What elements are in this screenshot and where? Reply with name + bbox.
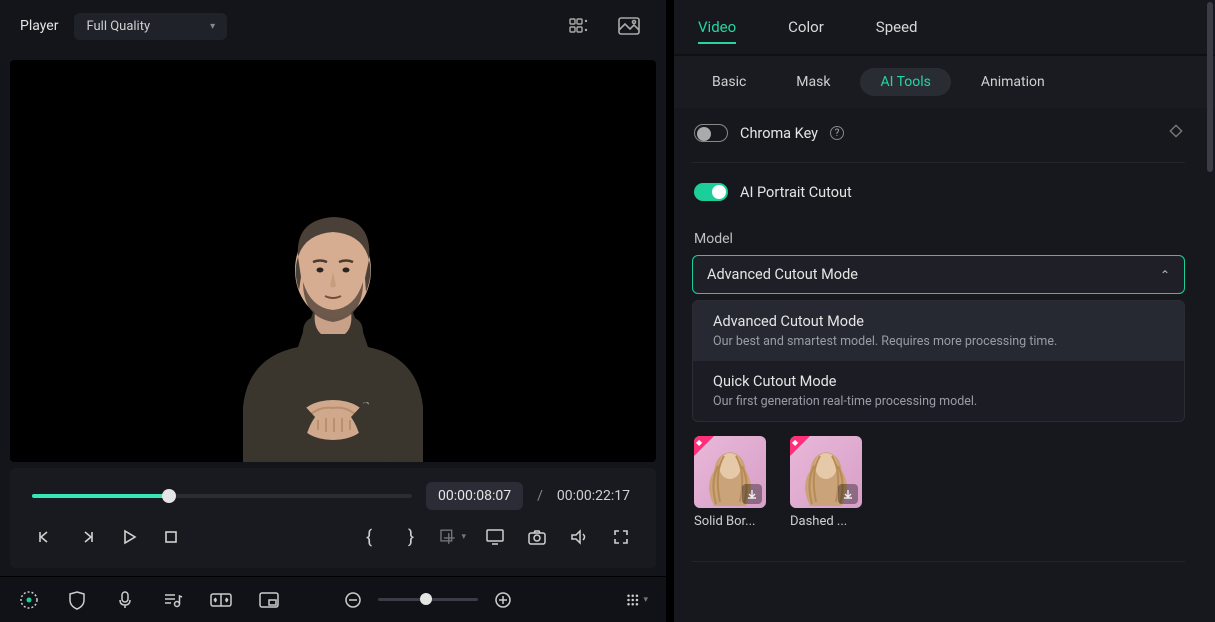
zoom-out-button[interactable] xyxy=(342,589,364,611)
chroma-key-label: Chroma Key xyxy=(740,125,818,142)
microphone-icon[interactable] xyxy=(114,589,136,611)
download-icon xyxy=(838,484,858,504)
time-total: 00:00:22:17 xyxy=(557,488,634,504)
grid-view-icon[interactable] xyxy=(562,12,596,40)
preset-thumb: ◆ xyxy=(694,436,766,508)
stroke-presets: ◆ Solid Bor... ◆ Dashed ... xyxy=(674,422,1203,543)
keyframe-diamond-icon[interactable] xyxy=(1169,124,1183,142)
preset-label: Solid Bor... xyxy=(694,514,768,529)
player-panel: Player Full Quality ▾ xyxy=(0,0,666,622)
next-frame-button[interactable] xyxy=(74,524,100,550)
split-screen-icon[interactable] xyxy=(210,589,232,611)
model-dropdown-menu: Advanced Cutout Mode Our best and smarte… xyxy=(692,300,1185,422)
panel-body: Chroma Key ? AI Portrait Cutout Model Ad… xyxy=(674,108,1215,622)
fullscreen-button[interactable] xyxy=(608,524,634,550)
model-dropdown[interactable]: Advanced Cutout Mode ⌃ xyxy=(692,255,1185,294)
view-options-button[interactable]: ▾ xyxy=(626,589,648,611)
time-current[interactable]: 00:00:08:07 xyxy=(426,482,523,510)
inspector-panel: Video Color Speed Basic Mask AI Tools An… xyxy=(674,0,1215,622)
download-icon xyxy=(742,484,762,504)
ai-portrait-cutout-row: AI Portrait Cutout xyxy=(674,167,1203,217)
model-option-advanced[interactable]: Advanced Cutout Mode Our best and smarte… xyxy=(693,301,1184,361)
seek-bar[interactable] xyxy=(32,487,412,505)
model-option-title: Advanced Cutout Mode xyxy=(713,313,1164,330)
zoom-in-button[interactable] xyxy=(492,589,514,611)
model-section-label: Model xyxy=(674,217,1203,255)
portrait-cutout-subject xyxy=(203,162,463,462)
image-icon[interactable] xyxy=(612,12,646,40)
chroma-key-toggle[interactable] xyxy=(694,124,728,142)
prev-frame-button[interactable] xyxy=(32,524,58,550)
preset-label: Dashed ... xyxy=(790,514,864,529)
timeline-toolbar: ▾ xyxy=(0,576,666,622)
model-option-quick[interactable]: Quick Cutout Mode Our first generation r… xyxy=(693,361,1184,421)
crop-menu-button[interactable]: ▾ xyxy=(440,524,466,550)
subtab-animation[interactable]: Animation xyxy=(961,68,1065,96)
model-selected-value: Advanced Cutout Mode xyxy=(707,266,858,283)
subtab-ai-tools[interactable]: AI Tools xyxy=(860,68,950,96)
subtab-mask[interactable]: Mask xyxy=(776,68,850,96)
sub-tabs: Basic Mask AI Tools Animation xyxy=(674,56,1215,108)
tab-speed[interactable]: Speed xyxy=(876,12,918,42)
video-preview[interactable] xyxy=(10,60,656,462)
tab-video[interactable]: Video xyxy=(698,12,736,44)
preset-solid-border[interactable]: ◆ Solid Bor... xyxy=(694,436,768,529)
volume-button[interactable] xyxy=(566,524,592,550)
mark-in-icon[interactable]: { xyxy=(356,524,382,550)
stop-button[interactable] xyxy=(158,524,184,550)
diamond-icon: ◆ xyxy=(696,438,702,447)
quality-value: Full Quality xyxy=(86,19,150,34)
help-icon[interactable]: ? xyxy=(830,126,844,140)
play-button[interactable] xyxy=(116,524,142,550)
preset-dashed-border[interactable]: ◆ Dashed ... xyxy=(790,436,864,529)
tab-color[interactable]: Color xyxy=(788,12,824,42)
model-option-desc: Our best and smartest model. Requires mo… xyxy=(713,334,1164,349)
top-tabs: Video Color Speed xyxy=(674,0,1215,56)
chevron-up-icon: ⌃ xyxy=(1160,268,1170,282)
diamond-icon: ◆ xyxy=(792,438,798,447)
time-separator: / xyxy=(537,488,543,504)
subtab-basic[interactable]: Basic xyxy=(692,68,766,96)
snapshot-button[interactable] xyxy=(524,524,550,550)
zoom-controls xyxy=(342,589,514,611)
player-label: Player xyxy=(20,18,58,34)
chevron-down-icon: ▾ xyxy=(210,21,215,32)
mark-out-icon[interactable]: } xyxy=(398,524,424,550)
preset-thumb: ◆ xyxy=(790,436,862,508)
ai-portrait-cutout-toggle[interactable] xyxy=(694,183,728,201)
chroma-key-row: Chroma Key ? xyxy=(674,108,1203,158)
ai-portrait-cutout-label: AI Portrait Cutout xyxy=(740,184,852,201)
display-button[interactable] xyxy=(482,524,508,550)
model-option-title: Quick Cutout Mode xyxy=(713,373,1164,390)
model-option-desc: Our first generation real-time processin… xyxy=(713,394,1164,409)
player-header: Player Full Quality ▾ xyxy=(0,0,666,52)
player-controls: 00:00:08:07 / 00:00:22:17 { } ▾ xyxy=(10,468,656,568)
zoom-slider[interactable] xyxy=(378,598,478,601)
shield-icon[interactable] xyxy=(66,589,88,611)
music-list-icon[interactable] xyxy=(162,589,184,611)
scrollbar[interactable] xyxy=(1207,2,1213,620)
color-wheel-icon[interactable] xyxy=(18,589,40,611)
pip-icon[interactable] xyxy=(258,589,280,611)
quality-select[interactable]: Full Quality ▾ xyxy=(74,13,227,40)
